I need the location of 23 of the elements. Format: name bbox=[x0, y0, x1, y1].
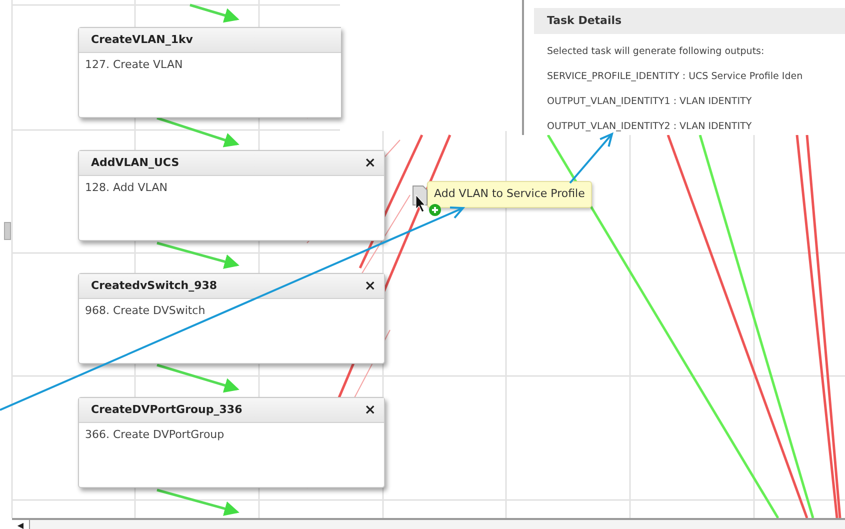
node-description: 128. Add VLAN bbox=[84, 180, 168, 196]
intro-text: Selected task will generate following outputs: bbox=[546, 45, 766, 59]
node-title: CreateVLAN_1kv bbox=[91, 32, 193, 48]
scroll-left-button[interactable]: ◀ bbox=[12, 520, 30, 529]
panel-header: Task Details bbox=[534, 8, 845, 34]
add-icon bbox=[429, 204, 441, 216]
node-title: AddVLAN_UCS bbox=[91, 154, 180, 171]
close-button[interactable]: × bbox=[364, 403, 376, 417]
output-line: OUTPUT_VLAN_IDENTITY1 : VLAN IDENTITY bbox=[546, 95, 753, 109]
resize-handle[interactable] bbox=[4, 222, 11, 240]
tooltip: Add VLAN to Service Profile bbox=[427, 181, 592, 208]
cursor-icon bbox=[416, 194, 426, 212]
annotation-arrow bbox=[569, 132, 614, 184]
output-line: OUTPUT_VLAN_IDENTITY2 : VLAN IDENTITY bbox=[546, 120, 753, 134]
node-title: CreatedvSwitch_938 bbox=[91, 278, 218, 294]
output-line: SERVICE_PROFILE_IDENTITY : UCS Service Profile Iden bbox=[546, 70, 804, 84]
node-description: 366. Create DVPortGroup bbox=[84, 427, 226, 443]
node-description: 127. Create VLAN bbox=[84, 57, 184, 73]
connector-arrow bbox=[190, 4, 240, 23]
close-button[interactable]: × bbox=[364, 279, 376, 293]
node-description: 968. Create DVSwitch bbox=[84, 303, 206, 319]
close-button[interactable]: × bbox=[364, 156, 376, 170]
node-title: CreateDVPortGroup_336 bbox=[91, 402, 242, 418]
